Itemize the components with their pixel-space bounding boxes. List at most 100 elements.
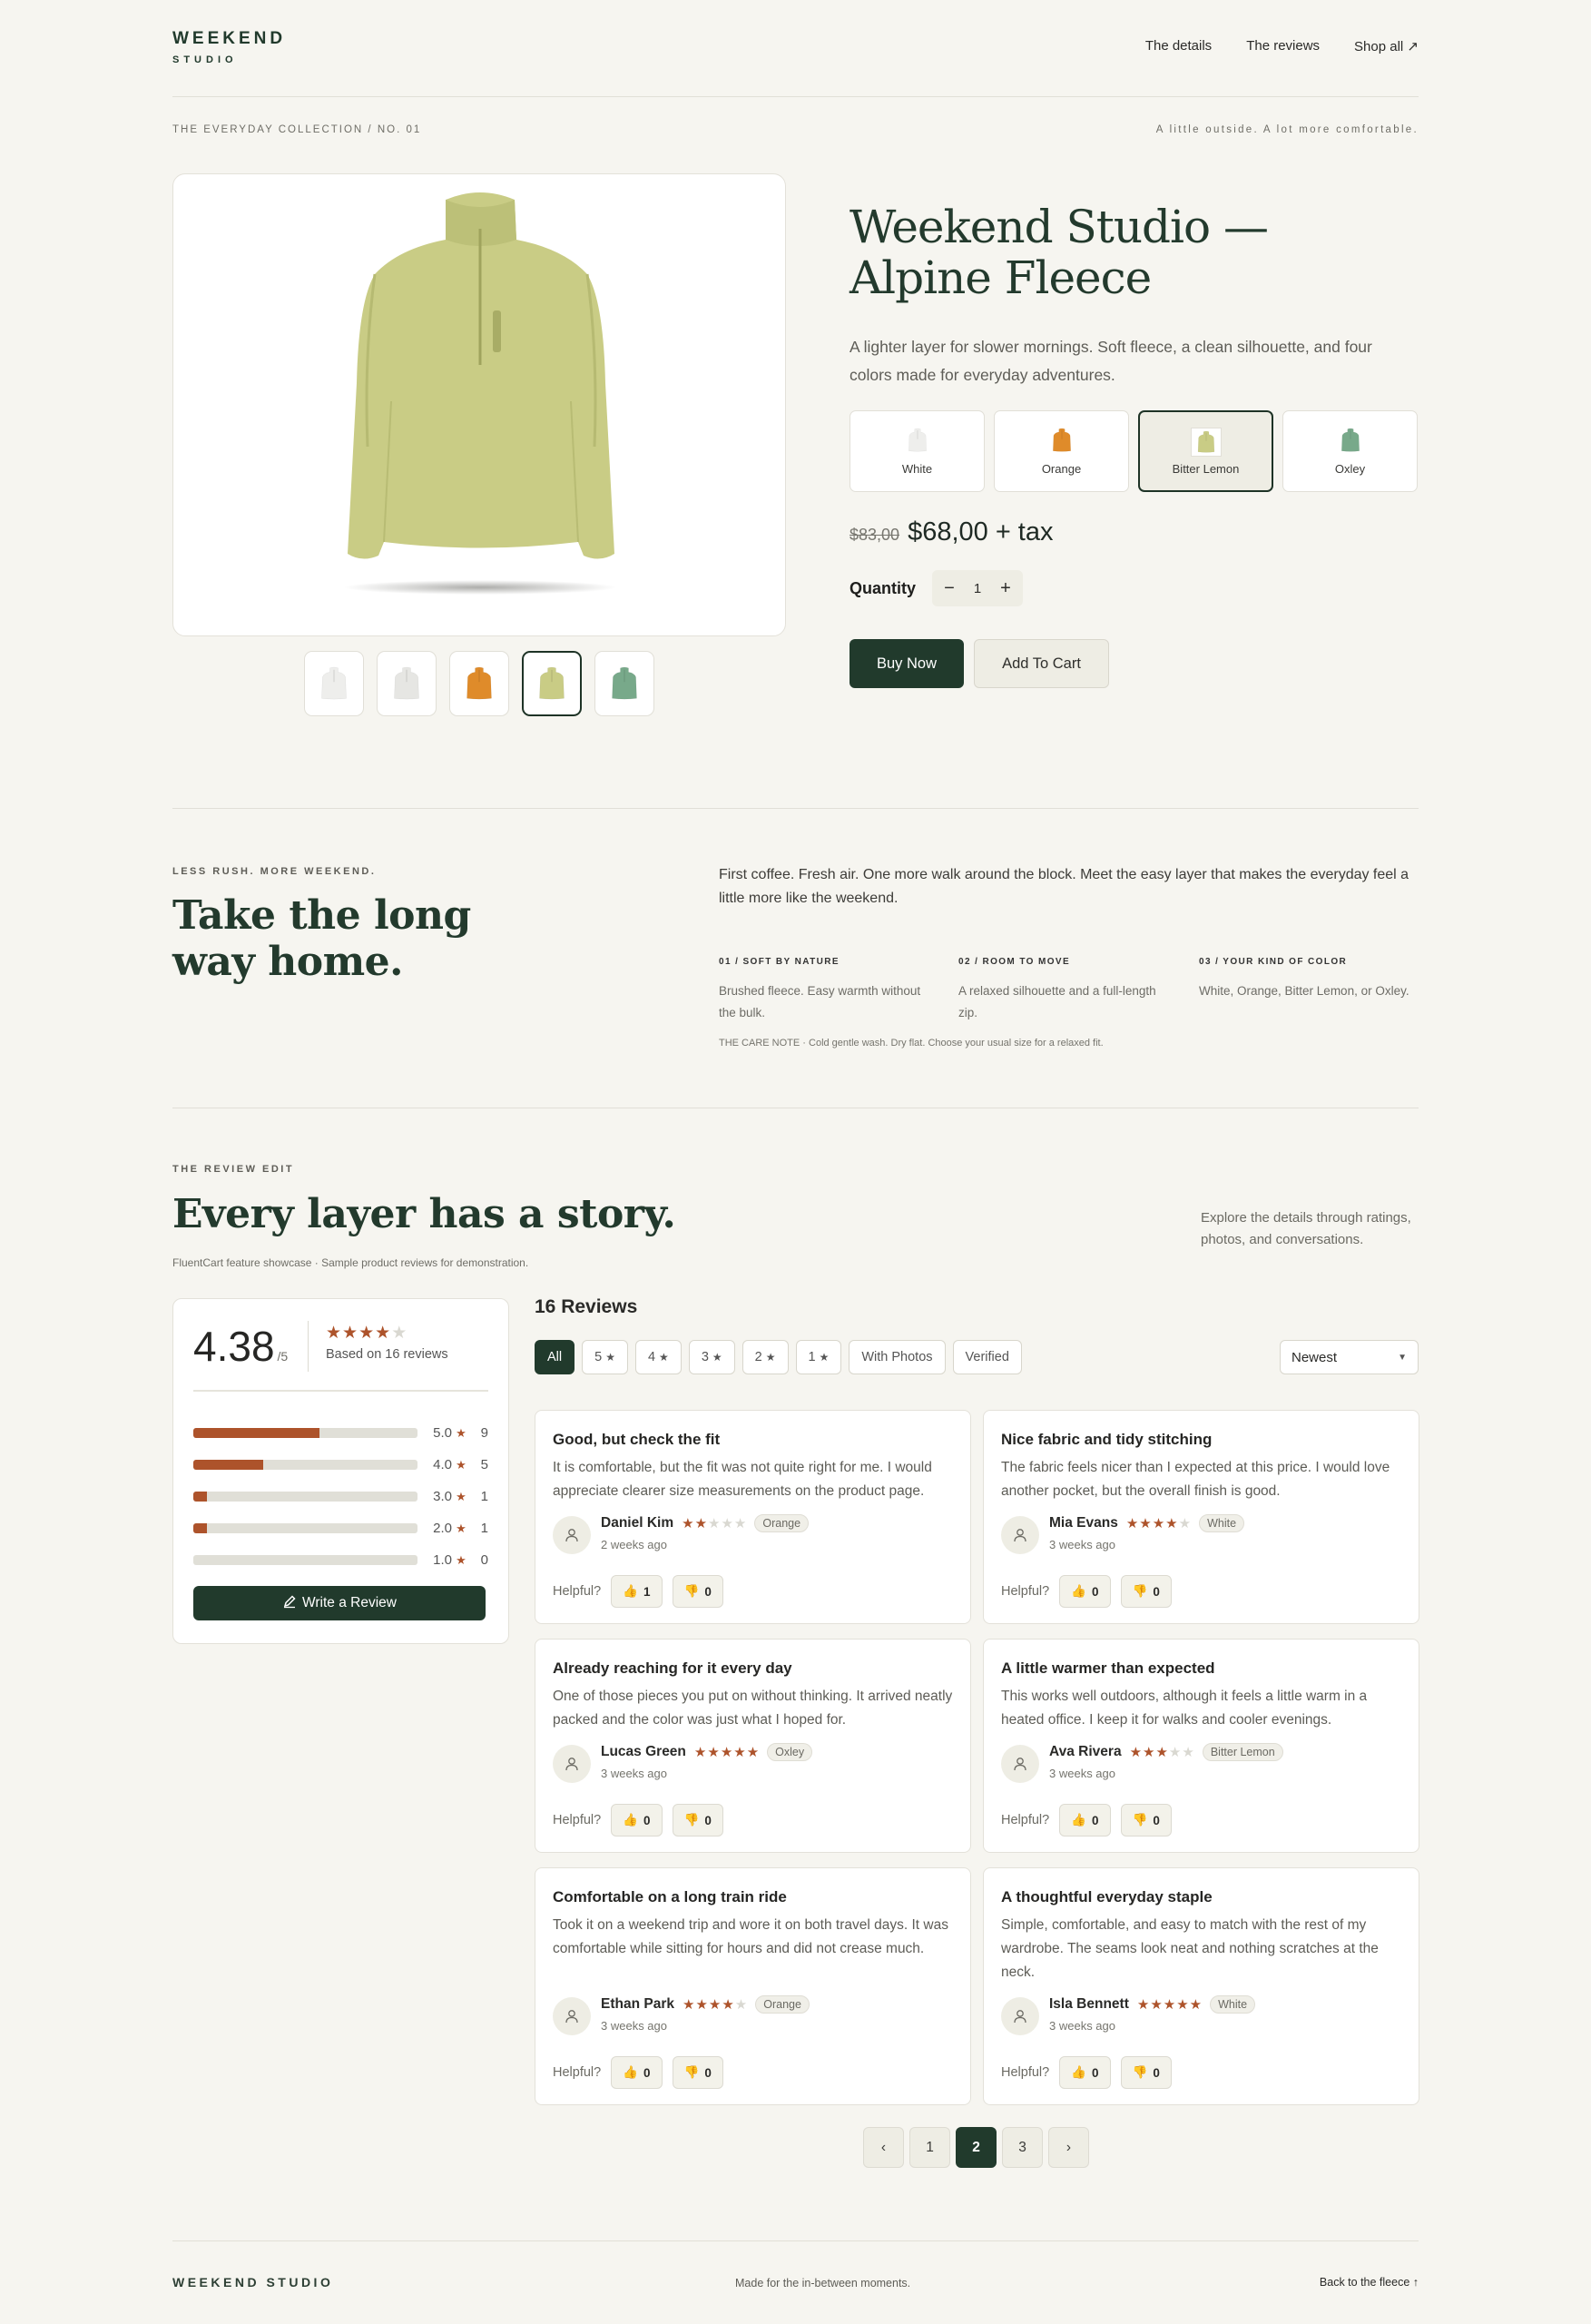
review-title: Nice fabric and tidy stitching	[1001, 1431, 1213, 1448]
color-tag: White	[1199, 1514, 1245, 1532]
decrease-quantity-button[interactable]: −	[932, 578, 967, 599]
nav-the-reviews[interactable]: The reviews	[1246, 38, 1320, 54]
helpful-yes-count: 0	[643, 2065, 651, 2080]
star-icon: ★	[456, 1521, 466, 1535]
footer-brand: WEEKEND STUDIO	[172, 2275, 334, 2290]
thumbnail-white-front[interactable]	[304, 651, 364, 716]
quantity-value[interactable]: 1	[967, 581, 988, 596]
color-option-white[interactable]: White	[850, 410, 985, 492]
user-icon	[1001, 1997, 1039, 2035]
star-icon: ★	[659, 1351, 669, 1364]
filter-1[interactable]: 1 ★	[795, 1340, 842, 1374]
filter-4[interactable]: 4 ★	[634, 1340, 682, 1374]
author-info: Lucas Green ★ ★ ★ ★ ★ Oxley 3 weeks ago	[601, 1743, 813, 1780]
filter-label: 4	[647, 1350, 656, 1364]
feature-soft: 01 / SOFT BY NATURE Brushed fleece. Easy…	[719, 957, 937, 1024]
next-page-button[interactable]: ›	[1048, 2127, 1089, 2168]
star-icon: ★	[1152, 1516, 1165, 1531]
write-review-label: Write a Review	[302, 1595, 397, 1610]
review-body: The fabric feels nicer than I expected a…	[1001, 1460, 1390, 1499]
helpful-no-count: 0	[1153, 2065, 1160, 2080]
rating-bar-fill	[193, 1428, 319, 1438]
helpful-no-button[interactable]: 👎 0	[672, 1575, 723, 1608]
filter-verified[interactable]: Verified	[952, 1340, 1022, 1374]
rating-bar	[193, 1492, 417, 1502]
thumbs-down-icon: 👎	[1132, 2065, 1148, 2079]
user-icon	[553, 1745, 591, 1783]
back-to-top-link[interactable]: Back to the fleece ↑	[1320, 2276, 1419, 2289]
color-option-bitter-lemon[interactable]: Bitter Lemon	[1138, 410, 1273, 492]
thumbs-up-icon: 👍	[623, 1813, 639, 1827]
quantity-label: Quantity	[850, 578, 917, 597]
helpful-no-button[interactable]: 👎 0	[672, 2056, 723, 2089]
helpful-yes-button[interactable]: 👍 0	[1059, 1804, 1111, 1837]
helpful-yes-button[interactable]: 👍 0	[1059, 1575, 1111, 1608]
helpful-yes-button[interactable]: 👍 1	[611, 1575, 663, 1608]
star-icon: ★	[1136, 1997, 1150, 2013]
rating-bar-fill	[193, 1460, 264, 1470]
helpful-no-count: 0	[1153, 1813, 1160, 1827]
rating-row: 1.0 ★ 0	[193, 1544, 488, 1576]
prev-page-button[interactable]: ‹	[863, 2127, 904, 2168]
page-1-button[interactable]: 1	[909, 2127, 950, 2168]
thumbnail-strip	[304, 651, 654, 716]
review-stars: ★ ★ ★ ★ ★	[1126, 1515, 1191, 1531]
author-line: Ethan Park ★ ★ ★ ★ ★ Orange	[601, 1995, 810, 2014]
thumbnail-orange[interactable]	[449, 651, 509, 716]
helpful-no-button[interactable]: 👎 0	[672, 1804, 723, 1837]
filter-label: 3	[701, 1350, 709, 1364]
helpful-label: Helpful?	[553, 1584, 602, 1599]
nav-the-details[interactable]: The details	[1145, 38, 1212, 54]
filter-all[interactable]: All	[535, 1340, 575, 1374]
summary-divider	[193, 1390, 488, 1392]
thumbs-up-icon: 👍	[1071, 1813, 1087, 1827]
color-option-orange[interactable]: Orange	[994, 410, 1129, 492]
nav-shop-all[interactable]: Shop all ↗	[1354, 38, 1419, 54]
rating-row: 3.0 ★ 1	[193, 1481, 488, 1512]
sort-select[interactable]: Newest ▼	[1280, 1340, 1419, 1374]
helpful-yes-button[interactable]: 👍 0	[611, 2056, 663, 2089]
thumbs-down-icon: 👎	[1132, 1584, 1148, 1598]
collection-eyebrow: THE EVERYDAY COLLECTION / NO. 01 A littl…	[172, 124, 1419, 135]
color-swatch-image	[906, 427, 929, 457]
star-icon: ★	[708, 1997, 722, 2013]
write-review-button[interactable]: Write a Review	[193, 1586, 486, 1620]
footer-tagline: Made for the in-between moments.	[735, 2277, 911, 2290]
brand-logo[interactable]: WEEKEND STUDIO	[172, 29, 286, 65]
helpful-yes-button[interactable]: 👍 0	[611, 1804, 663, 1837]
review-body: One of those pieces you put on without t…	[553, 1689, 953, 1728]
helpful-no-button[interactable]: 👎 0	[1120, 1575, 1172, 1608]
thumbs-up-icon: 👍	[623, 2065, 639, 2079]
buy-now-button[interactable]: Buy Now	[850, 639, 964, 688]
filter-3[interactable]: 3 ★	[688, 1340, 735, 1374]
thumbnail-white-back[interactable]	[377, 651, 437, 716]
thumbnail-oxley[interactable]	[594, 651, 654, 716]
helpful-yes-button[interactable]: 👍 0	[1059, 2056, 1111, 2089]
thumbnail-bitter-lemon[interactable]	[522, 651, 582, 716]
user-icon	[553, 1516, 591, 1554]
helpful-no-button[interactable]: 👎 0	[1120, 1804, 1172, 1837]
user-icon	[1001, 1516, 1039, 1554]
increase-quantity-button[interactable]: +	[988, 578, 1023, 599]
product-main-image	[172, 173, 786, 636]
star-icon: ★	[733, 1745, 746, 1760]
star-icon: ★	[1150, 1997, 1163, 2013]
star-icon: ★	[819, 1351, 830, 1364]
user-icon	[1001, 1745, 1039, 1783]
helpful-row: Helpful? 👍 0 👎 0	[553, 1804, 723, 1837]
star-icon: ★	[1165, 1516, 1178, 1531]
helpful-no-button[interactable]: 👎 0	[1120, 2056, 1172, 2089]
review-date: 3 weeks ago	[601, 1767, 667, 1780]
star-icon: ★	[358, 1324, 375, 1343]
filter-5[interactable]: 5 ★	[582, 1340, 628, 1374]
brand-name: WEEKEND	[172, 29, 287, 48]
star-icon: ★	[734, 1997, 748, 2013]
filter-2[interactable]: 2 ★	[741, 1340, 789, 1374]
page-3-button[interactable]: 3	[1002, 2127, 1043, 2168]
filter-with-photos[interactable]: With Photos	[849, 1340, 946, 1374]
page-2-button[interactable]: 2	[956, 2127, 997, 2168]
star-icon: ★	[1176, 1997, 1189, 2013]
add-to-cart-button[interactable]: Add To Cart	[974, 639, 1109, 688]
star-icon: ★	[1163, 1997, 1176, 2013]
color-option-oxley[interactable]: Oxley	[1282, 410, 1418, 492]
